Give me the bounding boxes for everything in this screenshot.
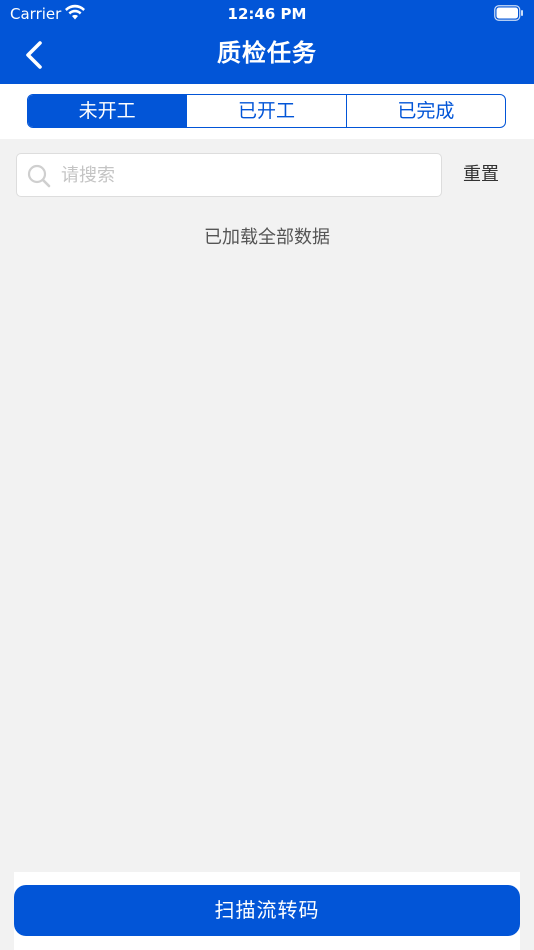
search-box[interactable] (16, 153, 442, 197)
back-button[interactable] (16, 36, 52, 74)
status-bar: Carrier 12:46 PM (0, 0, 534, 28)
tab-completed[interactable]: 已完成 (345, 95, 505, 127)
list-status-text: 已加载全部数据 (204, 227, 330, 248)
scan-code-button[interactable]: 扫描流转码 (14, 885, 520, 936)
nav-bar: 质检任务 (0, 28, 534, 84)
tab-started[interactable]: 已开工 (186, 95, 345, 127)
page-title: 质检任务 (217, 39, 317, 67)
app-header: Carrier 12:46 PM 质检任务 (0, 0, 534, 84)
status-tabs-panel: 未开工 已开工 已完成 (0, 84, 534, 139)
battery-icon (494, 5, 523, 21)
search-icon (27, 164, 51, 188)
chevron-left-icon (26, 41, 42, 69)
reset-button[interactable]: 重置 (450, 153, 512, 197)
search-input[interactable] (61, 160, 431, 190)
status-time: 12:46 PM (227, 5, 307, 23)
tab-not-started[interactable]: 未开工 (28, 95, 187, 127)
status-tabs: 未开工 已开工 已完成 (27, 94, 506, 128)
